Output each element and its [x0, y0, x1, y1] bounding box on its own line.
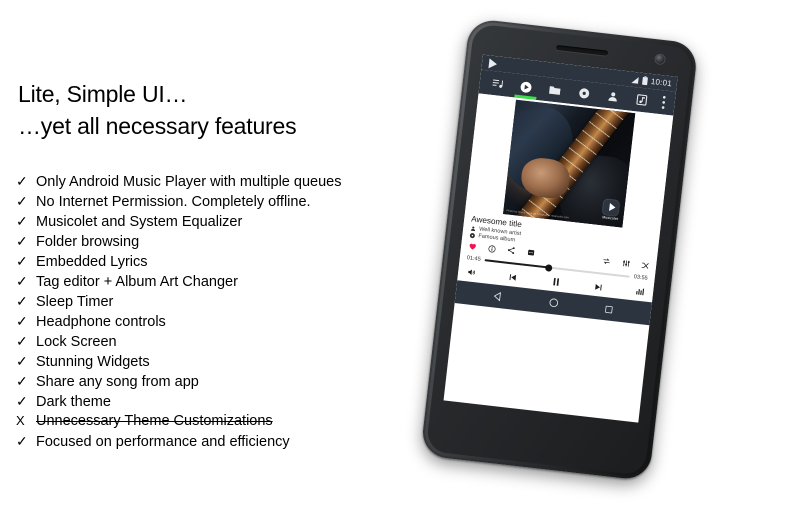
list-item-label: No Internet Permission. Completely offli… — [36, 194, 311, 210]
disc-icon — [578, 88, 589, 99]
tab-folders[interactable] — [539, 76, 571, 103]
list-item-label: Embedded Lyrics — [36, 254, 148, 270]
skip-next-icon[interactable] — [593, 281, 604, 292]
status-bar-indicators: 10:01 — [631, 75, 673, 89]
check-icon: ✓ — [16, 213, 28, 229]
info-circle-icon[interactable] — [488, 244, 497, 253]
check-icon: ✓ — [16, 293, 28, 309]
tab-artists[interactable] — [597, 83, 629, 110]
share-icon[interactable] — [506, 246, 515, 255]
list-item: ✓ Embedded Lyrics — [16, 251, 416, 271]
list-item-label: Focused on performance and efficiency — [36, 434, 290, 450]
list-item: X Unnecessary Theme Customizations — [16, 411, 416, 431]
list-item: ✓ Only Android Music Player with multipl… — [16, 171, 416, 191]
play-triangle-icon — [488, 57, 498, 69]
list-item-label: Share any song from app — [36, 374, 199, 390]
list-item: ✓ Tag editor + Album Art Changer — [16, 271, 416, 291]
shuffle-icon[interactable] — [640, 261, 649, 270]
pause-icon[interactable] — [550, 276, 562, 288]
musicolet-watermark: Musicolet — [602, 198, 620, 221]
tab-albums[interactable] — [568, 80, 600, 107]
list-item-label: Folder browsing — [36, 234, 140, 250]
list-item: ✓ No Internet Permission. Completely off… — [16, 191, 416, 211]
phone-mockup: 10:01 Photo by Bruce Mars on Unsplash / … — [371, 0, 754, 515]
check-icon: ✓ — [16, 313, 28, 329]
check-icon: ✓ — [16, 233, 28, 249]
front-camera-icon — [655, 54, 666, 65]
home-circle-icon[interactable] — [548, 297, 560, 309]
list-item: ✓ Focused on performance and efficiency — [16, 431, 416, 451]
check-icon: ✓ — [16, 173, 28, 189]
volume-icon[interactable] — [467, 267, 477, 277]
check-icon: ✓ — [16, 333, 28, 349]
tab-genres[interactable] — [626, 86, 658, 113]
back-triangle-icon[interactable] — [492, 290, 504, 302]
list-item: ✓ Lock Screen — [16, 331, 416, 351]
list-item: ✓ Sleep Timer — [16, 291, 416, 311]
marketing-panel: Lite, Simple UI… …yet all necessary feat… — [0, 0, 420, 500]
list-item: ✓ Dark theme — [16, 391, 416, 411]
list-item: ✓ Stunning Widgets — [16, 351, 416, 371]
list-item-label: Lock Screen — [36, 334, 117, 350]
list-item-label: Dark theme — [36, 394, 111, 410]
tab-queue[interactable] — [482, 70, 514, 97]
play-circle-icon — [520, 81, 532, 93]
list-item: ✓ Headphone controls — [16, 311, 416, 331]
check-icon: ✓ — [16, 193, 28, 209]
check-icon: ✓ — [16, 353, 28, 369]
check-icon: ✓ — [16, 253, 28, 269]
disc-icon — [469, 233, 475, 239]
music-note-box-icon — [635, 94, 647, 106]
person-icon — [470, 226, 476, 232]
lyrics-icon[interactable] — [526, 248, 535, 257]
battery-icon — [642, 76, 648, 86]
list-item-label: Sleep Timer — [36, 294, 114, 310]
queue-list-icon — [492, 79, 503, 88]
equalizer-icon[interactable] — [621, 259, 630, 268]
earpiece-speaker-icon — [555, 44, 609, 56]
list-item: ✓ Share any song from app — [16, 371, 416, 391]
total-duration: 03:55 — [633, 274, 648, 282]
person-icon — [607, 92, 617, 102]
check-icon: ✓ — [16, 393, 28, 409]
list-item-label: Tag editor + Album Art Changer — [36, 274, 238, 290]
album-art-area: Photo by Bruce Mars on Unsplash / musico… — [465, 93, 674, 233]
elapsed-time: 01:45 — [466, 255, 482, 263]
headline-line-1: Lite, Simple UI… — [18, 81, 188, 107]
bar-visualizer-icon[interactable] — [635, 286, 645, 296]
seek-thumb[interactable] — [544, 263, 553, 272]
list-item-label: Only Android Music Player with multiple … — [36, 174, 342, 190]
check-icon: ✓ — [16, 433, 28, 449]
more-vertical-icon — [661, 96, 666, 109]
album-art-image[interactable]: Photo by Bruce Mars on Unsplash / musico… — [503, 99, 636, 228]
skip-previous-icon[interactable] — [508, 271, 519, 282]
musicolet-logo-icon — [603, 198, 620, 216]
list-item-label: Unnecessary Theme Customizations — [36, 413, 273, 429]
folder-icon — [549, 85, 561, 95]
list-item-label: Headphone controls — [36, 314, 166, 330]
list-item-label: Musicolet and System Equalizer — [36, 214, 243, 230]
recents-square-icon[interactable] — [604, 304, 615, 315]
tab-now-playing[interactable] — [510, 73, 542, 100]
repeat-icon[interactable] — [602, 257, 611, 266]
signal-bars-icon — [631, 76, 639, 84]
status-clock: 10:01 — [650, 76, 673, 89]
headline-line-2: …yet all necessary features — [18, 113, 297, 139]
overflow-menu-button[interactable] — [654, 90, 673, 116]
list-item: ✓ Folder browsing — [16, 231, 416, 251]
phone-body: 10:01 Photo by Bruce Mars on Unsplash / … — [420, 17, 699, 482]
list-item-label: Stunning Widgets — [36, 354, 150, 370]
heart-icon[interactable] — [468, 241, 478, 251]
list-item: ✓ Musicolet and System Equalizer — [16, 211, 416, 231]
feature-list: ✓ Only Android Music Player with multipl… — [16, 171, 416, 451]
cross-icon: X — [16, 413, 25, 428]
check-icon: ✓ — [16, 273, 28, 289]
check-icon: ✓ — [16, 373, 28, 389]
phone-screen: 10:01 Photo by Bruce Mars on Unsplash / … — [443, 54, 678, 423]
